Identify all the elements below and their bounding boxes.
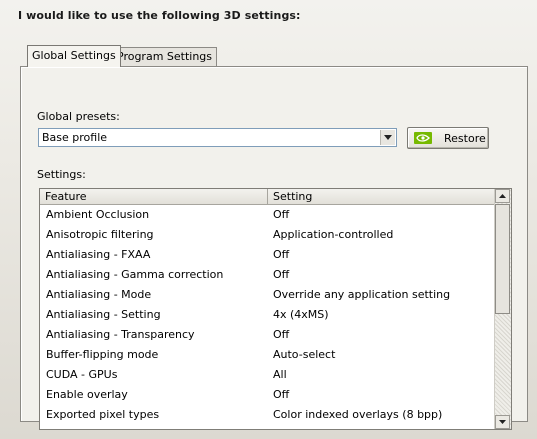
tab-program-settings[interactable]: Program Settings — [112, 47, 218, 66]
setting-cell[interactable]: Off — [273, 208, 289, 221]
restore-button-label: Restore — [444, 131, 486, 145]
settings-label: Settings: — [37, 168, 86, 181]
feature-cell: Antialiasing - Mode — [46, 288, 152, 301]
settings-rows: Ambient Occlusion Off Anisotropic filter… — [40, 205, 495, 425]
table-row[interactable]: Antialiasing - Setting 4x (4xMS) — [40, 305, 495, 325]
feature-cell: CUDA - GPUs — [46, 368, 118, 381]
setting-cell[interactable]: Color indexed overlays (8 bpp) — [273, 408, 442, 421]
column-divider[interactable] — [267, 189, 268, 204]
setting-cell[interactable]: Auto-select — [273, 348, 335, 361]
settings-list-scrollbar[interactable] — [494, 189, 511, 429]
table-row[interactable]: Anisotropic filtering Application-contro… — [40, 225, 495, 245]
tab-global-settings-label: Global Settings — [32, 49, 116, 62]
feature-cell: Antialiasing - Setting — [46, 308, 161, 321]
table-row[interactable]: Ambient Occlusion Off — [40, 205, 495, 225]
table-row[interactable]: CUDA - GPUs All — [40, 365, 495, 385]
feature-cell: Antialiasing - Gamma correction — [46, 268, 224, 281]
table-row[interactable]: Antialiasing - Gamma correction Off — [40, 265, 495, 285]
global-presets-label: Global presets: — [37, 110, 120, 123]
feature-cell: Buffer-flipping mode — [46, 348, 159, 361]
feature-cell: Ambient Occlusion — [46, 208, 150, 221]
setting-cell[interactable]: Off — [273, 248, 289, 261]
feature-cell: Anisotropic filtering — [46, 228, 154, 241]
scrollbar-thumb[interactable] — [495, 204, 510, 314]
table-row[interactable]: Antialiasing - Transparency Off — [40, 325, 495, 345]
setting-cell[interactable]: Override any application setting — [273, 288, 450, 301]
tab-program-settings-label: Program Settings — [117, 50, 213, 63]
table-row[interactable]: Antialiasing - Mode Override any applica… — [40, 285, 495, 305]
settings-list: Feature Setting Ambient Occlusion Off An… — [39, 188, 512, 430]
global-presets-dropdown[interactable]: Base profile — [38, 128, 397, 147]
table-row[interactable]: Enable overlay Off — [40, 385, 495, 405]
table-row[interactable]: Antialiasing - FXAA Off — [40, 245, 495, 265]
global-presets-value: Base profile — [42, 131, 108, 144]
setting-cell[interactable]: All — [273, 368, 287, 381]
setting-cell[interactable]: Application-controlled — [273, 228, 393, 241]
column-header-feature[interactable]: Feature — [45, 189, 87, 204]
scroll-down-arrow-icon[interactable] — [495, 415, 510, 429]
nvidia-logo-icon — [414, 132, 432, 144]
settings-list-header: Feature Setting — [40, 189, 495, 205]
setting-cell[interactable]: Off — [273, 388, 289, 401]
feature-cell: Antialiasing - Transparency — [46, 328, 195, 341]
feature-cell: Antialiasing - FXAA — [46, 248, 151, 261]
setting-cell[interactable]: Off — [273, 328, 289, 341]
settings-panel: Global Settings Program Settings Global … — [20, 36, 528, 430]
restore-button[interactable]: Restore — [407, 127, 489, 149]
table-row[interactable]: Exported pixel types Color indexed overl… — [40, 405, 495, 425]
feature-cell: Exported pixel types — [46, 408, 160, 421]
table-row[interactable]: Buffer-flipping mode Auto-select — [40, 345, 495, 365]
setting-cell[interactable]: Off — [273, 268, 289, 281]
page-heading: I would like to use the following 3D set… — [18, 9, 301, 22]
setting-cell[interactable]: 4x (4xMS) — [273, 308, 329, 321]
column-header-setting[interactable]: Setting — [273, 189, 312, 204]
scroll-up-arrow-icon[interactable] — [495, 189, 510, 203]
feature-cell: Enable overlay — [46, 388, 128, 401]
chevron-down-icon[interactable] — [380, 130, 395, 145]
tab-content-global-settings: Global presets: Base profile Restore Set… — [20, 66, 528, 430]
tab-global-settings[interactable]: Global Settings — [27, 45, 121, 67]
